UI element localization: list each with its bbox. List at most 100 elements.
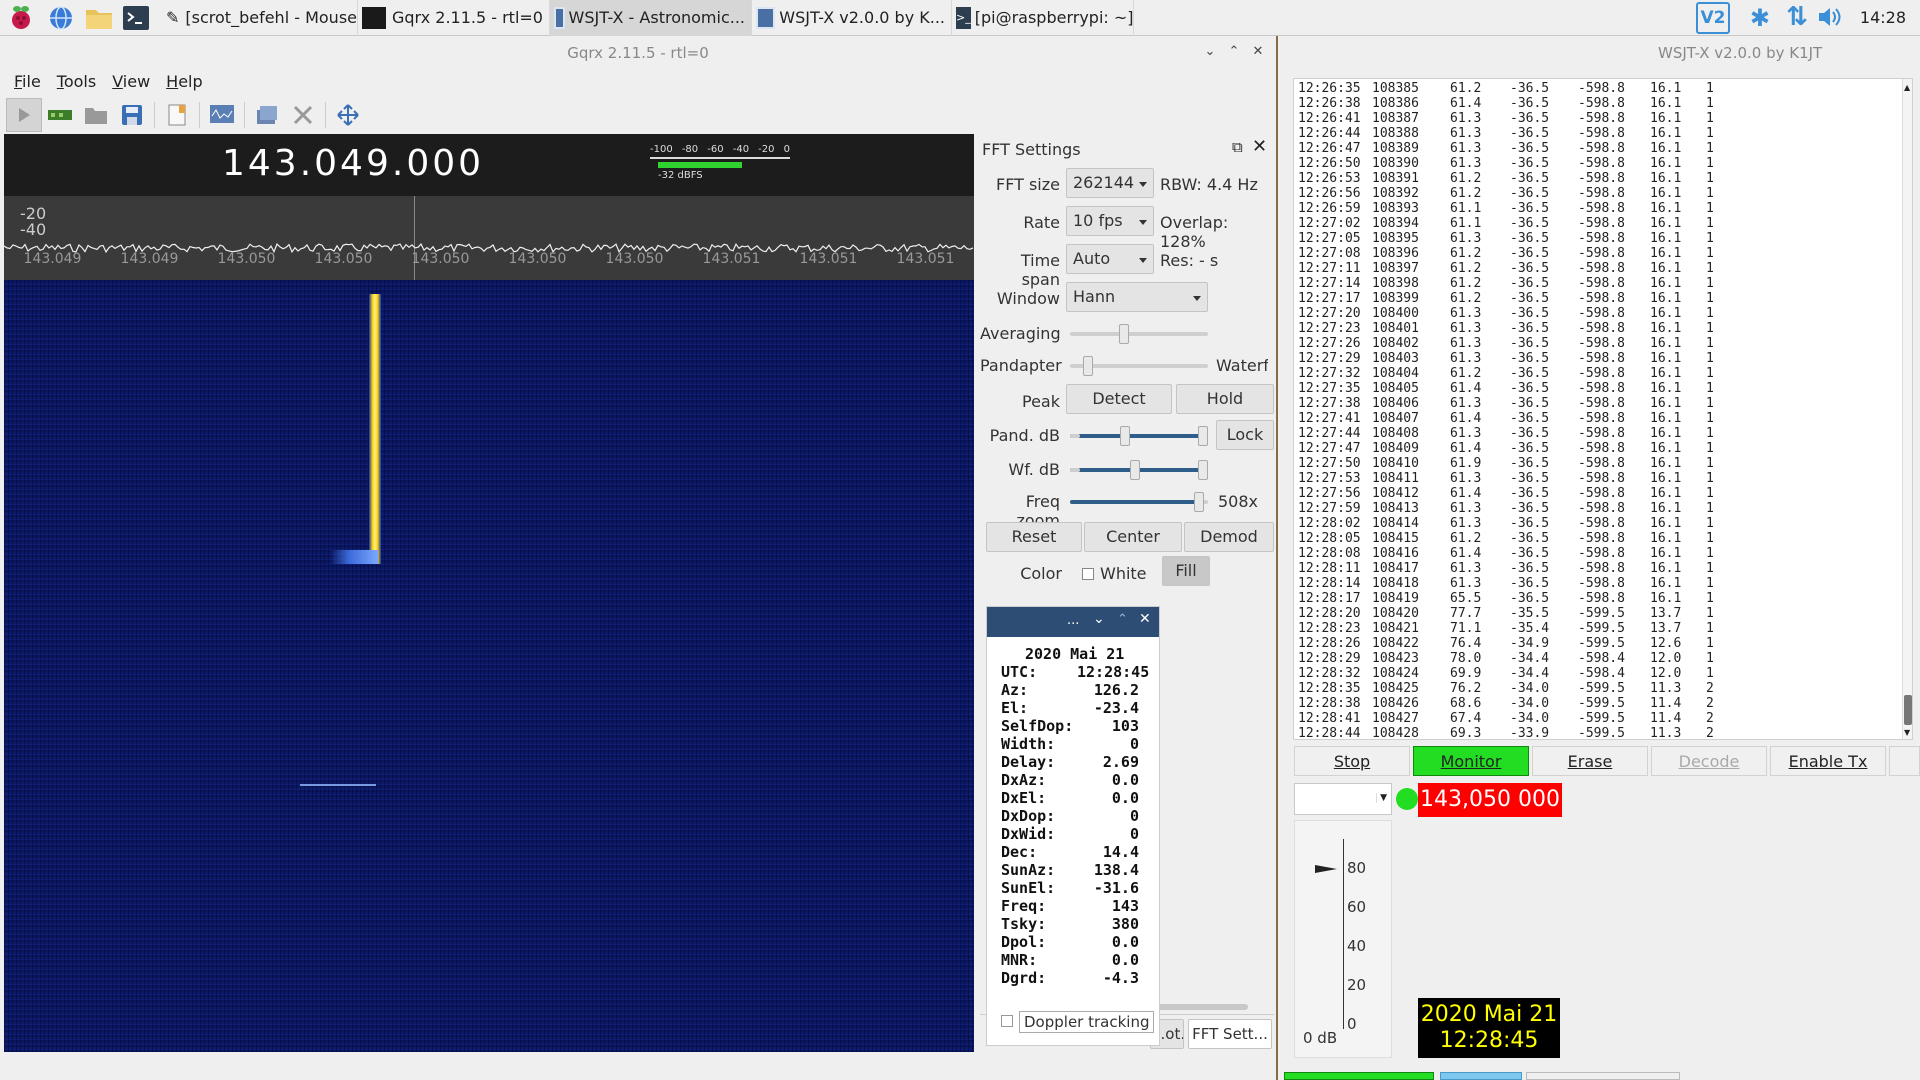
demod-button[interactable]: Demod bbox=[1184, 522, 1274, 552]
log-row[interactable]: 12:27:23 108401 61.3 -36.5 -598.8 16.1 1 bbox=[1294, 321, 1912, 336]
white-checkbox[interactable] bbox=[1082, 568, 1094, 580]
log-row[interactable]: 12:27:11 108397 61.2 -36.5 -598.8 16.1 1 bbox=[1294, 261, 1912, 276]
window-select[interactable]: Hann bbox=[1066, 282, 1208, 312]
log-row[interactable]: 12:26:53 108391 61.2 -36.5 -598.8 16.1 1 bbox=[1294, 171, 1912, 186]
tools-icon[interactable] bbox=[285, 98, 321, 132]
detect-button[interactable]: Detect bbox=[1066, 384, 1172, 414]
close-icon[interactable]: ✕ bbox=[1139, 611, 1151, 627]
raspberry-menu-icon[interactable] bbox=[0, 0, 42, 36]
task-wsjt-astro[interactable]: WSJT-X - Astronomic... bbox=[550, 0, 752, 36]
fft-size-select[interactable]: 262144 bbox=[1066, 168, 1154, 198]
slider-knob-high[interactable] bbox=[1198, 426, 1208, 446]
log-row[interactable]: 12:28:20 108420 77.7 -35.5 -599.5 13.7 1 bbox=[1294, 606, 1912, 621]
halt-tx-button[interactable] bbox=[1889, 746, 1920, 776]
log-row[interactable]: 12:28:32 108424 69.9 -34.4 -598.4 12.0 1 bbox=[1294, 666, 1912, 681]
hold-button[interactable]: Hold bbox=[1176, 384, 1274, 414]
scroll-down-icon[interactable]: ▼ bbox=[1904, 728, 1910, 737]
wf-db-slider[interactable] bbox=[1070, 460, 1208, 480]
menu-help[interactable]: Help bbox=[158, 68, 210, 96]
device-icon[interactable] bbox=[42, 98, 78, 132]
dial-frequency[interactable]: 143,050 000 bbox=[1418, 783, 1562, 817]
tab-fft-settings[interactable]: FFT Sett... bbox=[1188, 1019, 1272, 1049]
log-row[interactable]: 12:28:41 108427 67.4 -34.0 -599.5 11.4 2 bbox=[1294, 711, 1912, 726]
pandapter-slider[interactable] bbox=[1070, 356, 1208, 376]
log-row[interactable]: 12:28:05 108415 61.2 -36.5 -598.8 16.1 1 bbox=[1294, 531, 1912, 546]
log-row[interactable]: 12:27:29 108403 61.3 -36.5 -598.8 16.1 1 bbox=[1294, 351, 1912, 366]
center-button[interactable]: Center bbox=[1084, 522, 1182, 552]
slider-knob[interactable] bbox=[1119, 324, 1129, 344]
log-row[interactable]: 12:26:44 108388 61.3 -36.5 -598.8 16.1 1 bbox=[1294, 126, 1912, 141]
terminal-launcher-icon[interactable] bbox=[118, 0, 154, 36]
save-icon[interactable] bbox=[114, 98, 150, 132]
log-row[interactable]: 12:27:50 108410 61.9 -36.5 -598.8 16.1 1 bbox=[1294, 456, 1912, 471]
file-manager-icon[interactable] bbox=[80, 0, 118, 36]
slider-knob-low[interactable] bbox=[1120, 426, 1130, 446]
task-gqrx[interactable]: Gqrx 2.11.5 - rtl=0 bbox=[358, 0, 550, 36]
document-icon[interactable] bbox=[159, 98, 195, 132]
doppler-tracking-label[interactable]: Doppler tracking bbox=[1019, 1011, 1155, 1033]
log-row[interactable]: 12:26:47 108389 61.3 -36.5 -598.8 16.1 1 bbox=[1294, 141, 1912, 156]
screenshot-icon[interactable] bbox=[249, 98, 285, 132]
log-row[interactable]: 12:28:08 108416 61.4 -36.5 -598.8 16.1 1 bbox=[1294, 546, 1912, 561]
averaging-slider[interactable] bbox=[1070, 324, 1208, 344]
menu-tools[interactable]: Tools bbox=[49, 68, 104, 96]
web-browser-icon[interactable] bbox=[42, 0, 80, 36]
spectrum-plot[interactable]: -20 -40 143.049 143.049 143.050 143.050 … bbox=[4, 196, 974, 280]
spectrum-icon[interactable] bbox=[204, 98, 240, 132]
log-row[interactable]: 12:26:35 108385 61.2 -36.5 -598.8 16.1 1 bbox=[1294, 81, 1912, 96]
task-wsjt-main[interactable]: WSJT-X v2.0.0 by K... bbox=[752, 0, 952, 36]
frequency-readout[interactable]: 143.049.000 bbox=[222, 143, 484, 184]
scroll-thumb[interactable] bbox=[1904, 695, 1912, 725]
log-row[interactable]: 12:28:29 108423 78.0 -34.4 -598.4 12.0 1 bbox=[1294, 651, 1912, 666]
minimize-icon[interactable]: ⌄ bbox=[1200, 42, 1220, 62]
scroll-up-icon[interactable]: ▲ bbox=[1904, 83, 1910, 92]
maximize-icon[interactable]: ⌃ bbox=[1117, 612, 1128, 627]
doppler-checkbox[interactable] bbox=[1001, 1015, 1013, 1027]
close-icon[interactable]: ✕ bbox=[1252, 136, 1267, 157]
pand-db-slider[interactable] bbox=[1070, 426, 1208, 446]
log-row[interactable]: 12:27:02 108394 61.1 -36.5 -598.8 16.1 1 bbox=[1294, 216, 1912, 231]
slider-knob-low[interactable] bbox=[1130, 460, 1140, 480]
log-row[interactable]: 12:27:05 108395 61.3 -36.5 -598.8 16.1 1 bbox=[1294, 231, 1912, 246]
bottom-blue-button[interactable] bbox=[1440, 1072, 1522, 1080]
log-row[interactable]: 12:28:11 108417 61.3 -36.5 -598.8 16.1 1 bbox=[1294, 561, 1912, 576]
freq-zoom-slider[interactable] bbox=[1070, 492, 1208, 512]
log-row[interactable]: 12:28:23 108421 71.1 -35.4 -599.5 13.7 1 bbox=[1294, 621, 1912, 636]
log-row[interactable]: 12:27:08 108396 61.2 -36.5 -598.8 16.1 1 bbox=[1294, 246, 1912, 261]
rate-select[interactable]: 10 fps bbox=[1066, 206, 1154, 236]
stop-button[interactable]: Stop bbox=[1294, 746, 1410, 776]
log-row[interactable]: 12:28:38 108426 68.6 -34.0 -599.5 11.4 2 bbox=[1294, 696, 1912, 711]
horizontal-scrollbar[interactable] bbox=[1148, 1004, 1248, 1010]
log-row[interactable]: 12:27:35 108405 61.4 -36.5 -598.8 16.1 1 bbox=[1294, 381, 1912, 396]
log-row[interactable]: 12:27:38 108406 61.3 -36.5 -598.8 16.1 1 bbox=[1294, 396, 1912, 411]
log-row[interactable]: 12:27:20 108400 61.3 -36.5 -598.8 16.1 1 bbox=[1294, 306, 1912, 321]
log-row[interactable]: 12:28:17 108419 65.5 -36.5 -598.8 16.1 1 bbox=[1294, 591, 1912, 606]
fill-button[interactable]: Fill bbox=[1162, 556, 1210, 586]
log-row[interactable]: 12:26:38 108386 61.4 -36.5 -598.8 16.1 1 bbox=[1294, 96, 1912, 111]
enable-tx-button[interactable]: Enable Tx bbox=[1770, 746, 1886, 776]
log-row[interactable]: 12:28:02 108414 61.3 -36.5 -598.8 16.1 1 bbox=[1294, 516, 1912, 531]
log-row[interactable]: 12:27:26 108402 61.3 -36.5 -598.8 16.1 1 bbox=[1294, 336, 1912, 351]
log-row[interactable]: 12:27:41 108407 61.4 -36.5 -598.8 16.1 1 bbox=[1294, 411, 1912, 426]
log-row[interactable]: 12:27:14 108398 61.2 -36.5 -598.8 16.1 1 bbox=[1294, 276, 1912, 291]
open-folder-icon[interactable] bbox=[78, 98, 114, 132]
lock-button[interactable]: Lock bbox=[1216, 420, 1274, 450]
log-row[interactable]: 12:27:44 108408 61.3 -36.5 -598.8 16.1 1 bbox=[1294, 426, 1912, 441]
close-icon[interactable]: ✕ bbox=[1248, 42, 1268, 62]
vnc-icon[interactable]: V2 bbox=[1696, 2, 1730, 34]
log-row[interactable]: 12:27:32 108404 61.2 -36.5 -598.8 16.1 1 bbox=[1294, 366, 1912, 381]
decode-log[interactable]: 12:26:35 108385 61.2 -36.5 -598.8 16.1 1 12:26:… bbox=[1293, 78, 1913, 740]
log-row[interactable]: 12:27:53 108411 61.3 -36.5 -598.8 16.1 1 bbox=[1294, 471, 1912, 486]
log-row[interactable]: 12:26:41 108387 61.3 -36.5 -598.8 16.1 1 bbox=[1294, 111, 1912, 126]
menu-view[interactable]: View bbox=[104, 68, 158, 96]
log-row[interactable]: 12:27:47 108409 61.4 -36.5 -598.8 16.1 1 bbox=[1294, 441, 1912, 456]
volume-icon[interactable] bbox=[1816, 4, 1842, 34]
monitor-button[interactable]: Monitor bbox=[1413, 746, 1529, 776]
log-row[interactable]: 12:26:50 108390 61.3 -36.5 -598.8 16.1 1 bbox=[1294, 156, 1912, 171]
log-row[interactable]: 12:28:44 108428 69.3 -33.9 -599.5 11.3 2 bbox=[1294, 726, 1912, 739]
waterfall-display[interactable] bbox=[4, 280, 974, 1052]
log-row[interactable]: 12:27:17 108399 61.2 -36.5 -598.8 16.1 1 bbox=[1294, 291, 1912, 306]
play-icon[interactable] bbox=[6, 98, 42, 132]
log-row[interactable]: 12:27:59 108413 61.3 -36.5 -598.8 16.1 1 bbox=[1294, 501, 1912, 516]
bottom-gray-button[interactable] bbox=[1526, 1072, 1680, 1080]
